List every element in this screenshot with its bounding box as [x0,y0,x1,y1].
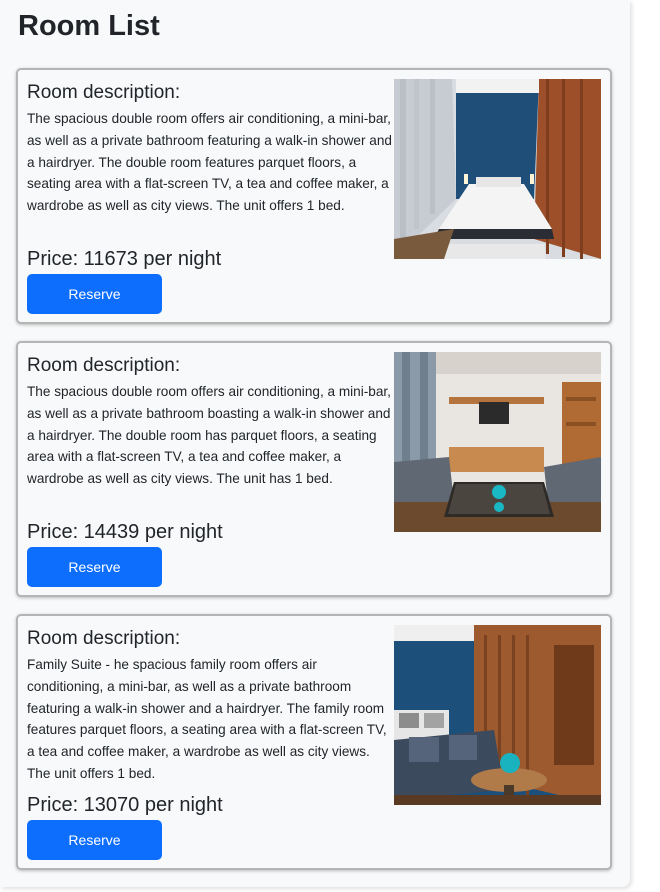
room-description: The spacious double room offers air cond… [27,111,392,214]
reserve-button[interactable]: Reserve [27,547,162,587]
room-description-label: Room description: [27,82,181,103]
room-card: Room description: The spacious double ro… [16,68,612,324]
room-photo [394,79,601,259]
room-price: Price: 11673 per night [27,248,222,270]
room-card: Room description: The spacious double ro… [16,341,612,597]
room-price: Price: 14439 per night [27,521,223,543]
room-description: Family Suite - he spacious family room o… [27,657,387,781]
room-photo [394,352,601,532]
room-description: The spacious double room offers air cond… [27,384,391,487]
room-list-panel: Room List Room description: The spacious… [0,0,630,887]
room-card: Room description: Family Suite - he spac… [16,614,612,870]
room-description-label: Room description: [27,355,181,376]
reserve-button[interactable]: Reserve [27,274,162,314]
room-price: Price: 13070 per night [27,794,223,816]
room-photo [394,625,601,805]
room-description-label: Room description: [27,628,181,649]
page-title: Room List [18,10,160,42]
reserve-button[interactable]: Reserve [27,820,162,860]
